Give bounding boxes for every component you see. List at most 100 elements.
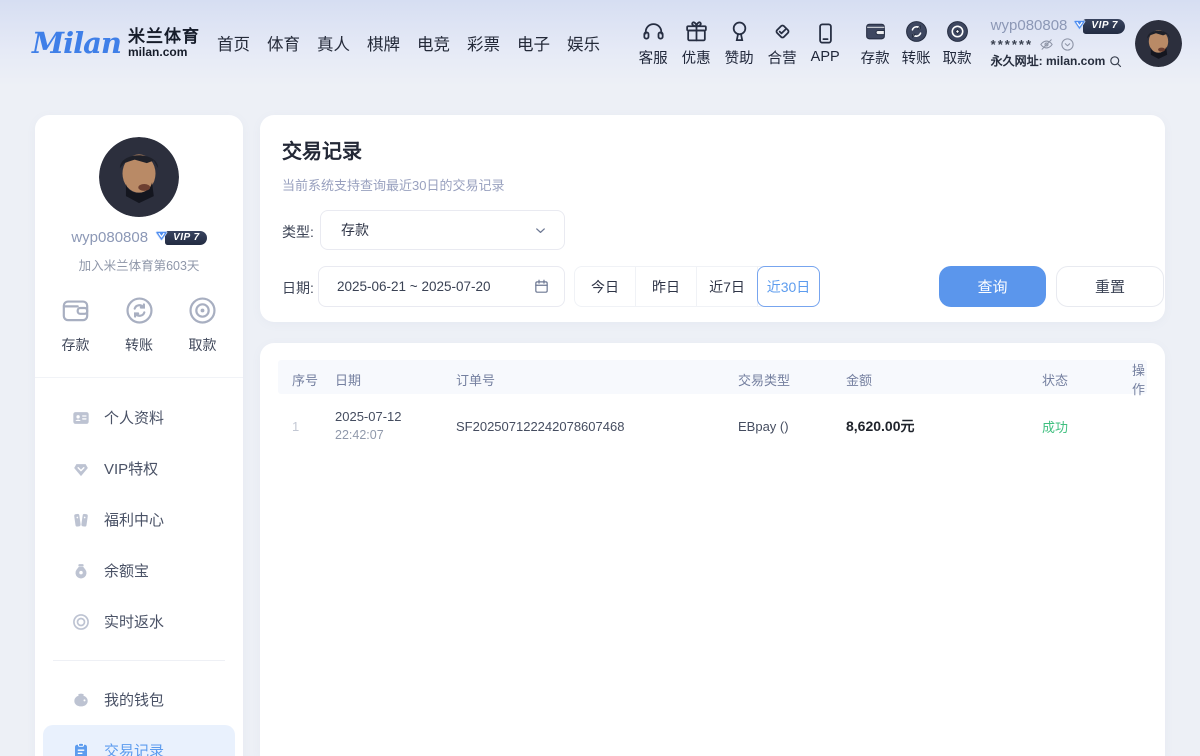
navbar-right: 客服 优惠 赞助 合营 APP 存款 转账 bbox=[633, 17, 1182, 69]
deposit-link[interactable]: 存款 bbox=[856, 19, 895, 68]
type-label: 类型: bbox=[282, 222, 314, 242]
nav-item-sports[interactable]: 体育 bbox=[267, 31, 300, 55]
transactions-card: 序号 日期 订单号 交易类型 金额 状态 操作 1 2025-07-12 22:… bbox=[260, 343, 1165, 756]
chevron-down-icon bbox=[533, 223, 548, 238]
withdraw-filled-icon bbox=[945, 19, 970, 44]
reset-button[interactable]: 重置 bbox=[1056, 266, 1164, 307]
main-nav: 首页 体育 真人 棋牌 电竞 彩票 电子 娱乐 bbox=[217, 31, 600, 55]
profile-username: wyp080808 bbox=[71, 229, 148, 246]
gift-icon bbox=[684, 19, 709, 44]
username[interactable]: wyp080808 bbox=[991, 17, 1068, 36]
calendar-icon bbox=[533, 278, 550, 295]
sidebar-item-yuebao-label: 余额宝 bbox=[104, 560, 149, 581]
promotions-link[interactable]: 优惠 bbox=[676, 19, 717, 68]
nav-item-cards[interactable]: 棋牌 bbox=[367, 31, 400, 55]
partnership-link[interactable]: 合营 bbox=[762, 19, 803, 68]
quick-transfer-label: 转账 bbox=[125, 335, 153, 355]
sidebar-item-transactions-label: 交易记录 bbox=[104, 740, 164, 756]
range-yesterday-button[interactable]: 昨日 bbox=[636, 267, 697, 306]
nav-item-slots[interactable]: 电子 bbox=[517, 31, 550, 55]
quick-actions: 存款 转账 取款 bbox=[35, 294, 243, 355]
vip-badge: VIP 7 bbox=[1071, 18, 1125, 34]
wallet-filled-icon bbox=[863, 19, 888, 44]
chevron-circle-icon[interactable] bbox=[1060, 37, 1075, 52]
wallet-links: 存款 转账 取款 bbox=[856, 19, 977, 68]
date-range-presets: 今日 昨日 近7日 近30日 bbox=[574, 266, 820, 307]
sidebar-item-yuebao[interactable]: 余额宝 bbox=[43, 545, 235, 596]
date-range-value: 2025-06-21 ~ 2025-07-20 bbox=[337, 279, 533, 294]
magnifier-icon[interactable] bbox=[1108, 54, 1123, 69]
sidebar-item-wallet-label: 我的钱包 bbox=[104, 689, 164, 710]
promotions-label: 优惠 bbox=[682, 47, 711, 68]
nav-item-home[interactable]: 首页 bbox=[217, 31, 250, 55]
nav-item-live[interactable]: 真人 bbox=[317, 31, 350, 55]
withdraw-link[interactable]: 取款 bbox=[938, 19, 977, 68]
rebate-icon bbox=[71, 612, 91, 632]
row-amount: 8,620.00元 bbox=[846, 416, 1042, 436]
col-index: 序号 bbox=[292, 370, 335, 389]
row-order-number: SF202507122242078607468 bbox=[456, 419, 738, 434]
menu-divider bbox=[53, 660, 225, 661]
top-navbar: Milan 米兰体育 milan.com 首页 体育 真人 棋牌 电竞 彩票 电… bbox=[0, 0, 1200, 86]
table-header: 序号 日期 订单号 交易类型 金额 状态 操作 bbox=[278, 360, 1147, 394]
sidebar-item-rebate[interactable]: 实时返水 bbox=[43, 596, 235, 647]
date-range-input[interactable]: 2025-06-21 ~ 2025-07-20 bbox=[318, 266, 565, 307]
row-date: 2025-07-12 bbox=[335, 409, 402, 424]
profile-avatar[interactable] bbox=[99, 137, 179, 217]
handshake-icon bbox=[770, 19, 795, 44]
type-select[interactable]: 存款 bbox=[320, 210, 565, 250]
deposit-label: 存款 bbox=[861, 47, 890, 68]
quick-transfer-button[interactable]: 转账 bbox=[123, 294, 156, 355]
customer-service-link[interactable]: 客服 bbox=[633, 19, 674, 68]
clipboard-icon bbox=[71, 741, 91, 756]
logo-domain-text: milan.com bbox=[128, 46, 200, 59]
profile-sidebar: wyp080808 VIP 7 加入米兰体育第603天 存款 转账 取款 个人资… bbox=[35, 115, 243, 756]
sidebar-item-vip[interactable]: VIP特权 bbox=[43, 443, 235, 494]
logo-cn-text: 米兰体育 bbox=[128, 28, 200, 46]
range-today-button[interactable]: 今日 bbox=[575, 267, 636, 306]
user-avatar[interactable] bbox=[1135, 20, 1182, 67]
vip-gem-icon bbox=[71, 459, 91, 479]
sponsorship-link[interactable]: 赞助 bbox=[719, 19, 760, 68]
col-amount: 金额 bbox=[846, 370, 1042, 389]
quick-deposit-button[interactable]: 存款 bbox=[59, 294, 92, 355]
sidebar-item-profile[interactable]: 个人资料 bbox=[43, 392, 235, 443]
app-download-link[interactable]: APP bbox=[805, 21, 846, 65]
sidebar-item-transactions[interactable]: 交易记录 bbox=[43, 725, 235, 756]
type-select-value: 存款 bbox=[341, 220, 533, 240]
range-30days-button[interactable]: 近30日 bbox=[757, 266, 820, 307]
quick-withdraw-label: 取款 bbox=[189, 335, 217, 355]
nav-item-lottery[interactable]: 彩票 bbox=[467, 31, 500, 55]
quick-withdraw-button[interactable]: 取款 bbox=[186, 294, 219, 355]
user-info: wyp080808 VIP 7 ****** 永久网址: milan.com bbox=[991, 17, 1125, 69]
partnership-label: 合营 bbox=[768, 47, 797, 68]
nav-item-entertainment[interactable]: 娱乐 bbox=[567, 31, 600, 55]
col-order: 订单号 bbox=[456, 370, 738, 389]
wallet-outline-icon bbox=[59, 294, 92, 327]
profile-vip-level-label: VIP 7 bbox=[165, 231, 207, 245]
eye-off-icon[interactable] bbox=[1039, 37, 1054, 52]
nav-item-esports[interactable]: 电竞 bbox=[417, 31, 450, 55]
profile-avatar-image bbox=[99, 137, 179, 217]
sidebar-item-benefits-label: 福利中心 bbox=[104, 509, 164, 530]
search-button[interactable]: 查询 bbox=[939, 266, 1046, 307]
sidebar-item-benefits[interactable]: 福利中心 bbox=[43, 494, 235, 545]
page-title: 交易记录 bbox=[282, 135, 362, 164]
transfer-link[interactable]: 转账 bbox=[897, 19, 936, 68]
id-card-icon bbox=[71, 408, 91, 428]
row-transaction-type: EBpay () bbox=[738, 419, 846, 434]
trophy-icon bbox=[727, 19, 752, 44]
moneybag-icon bbox=[71, 561, 91, 581]
row-status-badge: 成功 bbox=[1042, 417, 1122, 436]
permanent-url-label: 永久网址: milan.com bbox=[991, 54, 1106, 69]
site-logo[interactable]: Milan 米兰体育 milan.com bbox=[32, 26, 200, 60]
row-index: 1 bbox=[292, 419, 335, 434]
page-subtitle: 当前系统支持查询最近30日的交易记录 bbox=[282, 175, 504, 194]
sidebar-item-vip-label: VIP特权 bbox=[104, 458, 158, 479]
range-7days-button[interactable]: 近7日 bbox=[697, 267, 758, 306]
vip-level-label: VIP 7 bbox=[1083, 19, 1125, 35]
col-type: 交易类型 bbox=[738, 370, 846, 389]
quick-deposit-label: 存款 bbox=[62, 335, 90, 355]
sponsorship-label: 赞助 bbox=[725, 47, 754, 68]
sidebar-item-wallet[interactable]: 我的钱包 bbox=[43, 674, 235, 725]
